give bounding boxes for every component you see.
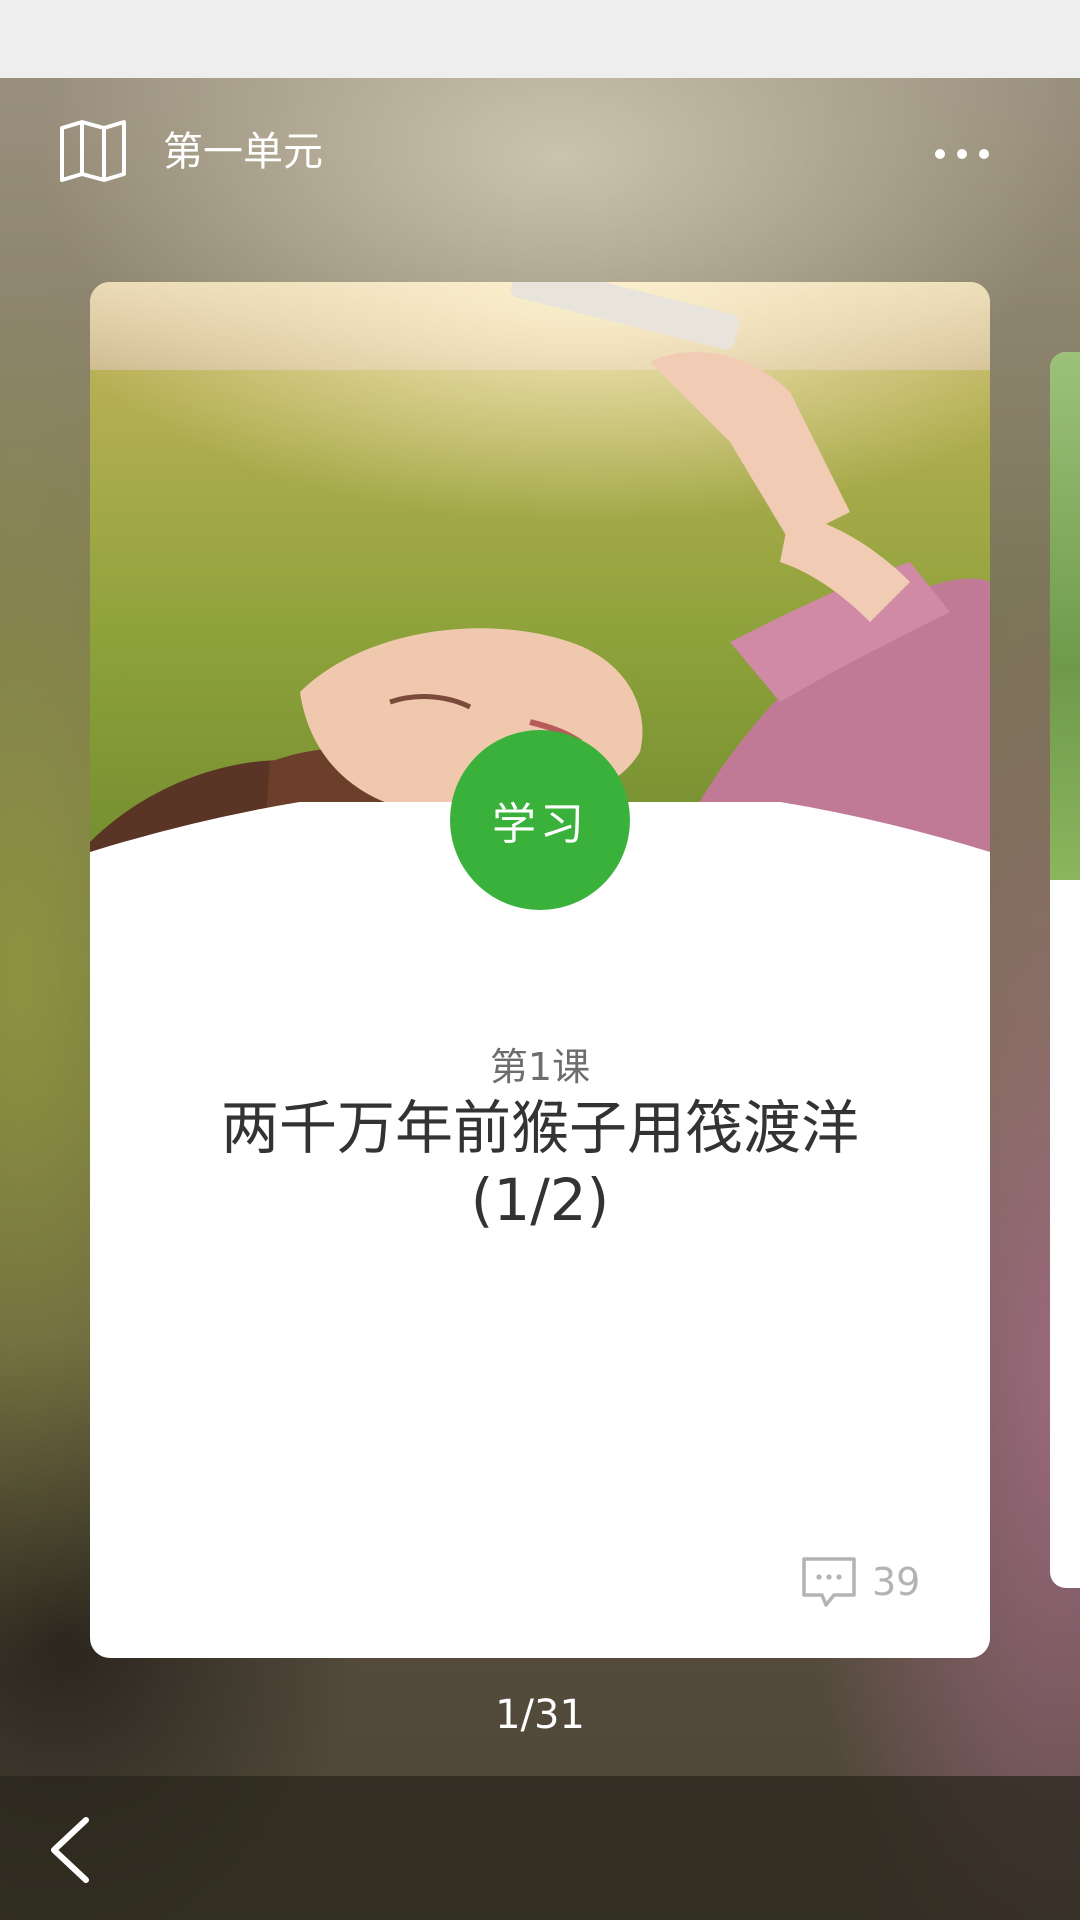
- study-badge[interactable]: 学习: [450, 730, 630, 910]
- app-screen: 第一单元 学习 第1课 两千万年前猴子用筏渡洋 (1/2) 39 1/31: [0, 0, 1080, 1920]
- book-open-icon[interactable]: [58, 118, 128, 182]
- unit-title: 第一单元: [163, 129, 323, 175]
- lesson-title-text: 两千万年前猴子用筏渡洋 (1/2): [220, 1094, 859, 1234]
- more-options-button[interactable]: [922, 126, 1002, 182]
- comments-button[interactable]: 39: [800, 1552, 920, 1612]
- top-bar: 第一单元: [0, 78, 1080, 226]
- more-dot: [979, 149, 989, 159]
- lesson-title: 两千万年前猴子用筏渡洋 (1/2): [150, 1092, 930, 1236]
- bottom-bar: [0, 1776, 1080, 1920]
- next-lesson-card-peek[interactable]: [1050, 352, 1080, 1588]
- lesson-number: 第1课: [489, 1045, 591, 1089]
- back-button[interactable]: [36, 1808, 100, 1892]
- page-indicator: 1/31: [495, 1692, 585, 1738]
- comment-icon: [802, 1557, 856, 1607]
- chevron-left-icon: [51, 1817, 89, 1883]
- next-card-photo: [1050, 352, 1080, 880]
- more-dot: [957, 149, 967, 159]
- lesson-card[interactable]: 学习 第1课 两千万年前猴子用筏渡洋 (1/2) 39: [90, 282, 990, 1658]
- more-dot: [935, 149, 945, 159]
- status-bar: [0, 0, 1080, 78]
- comment-count: 39: [872, 1560, 921, 1604]
